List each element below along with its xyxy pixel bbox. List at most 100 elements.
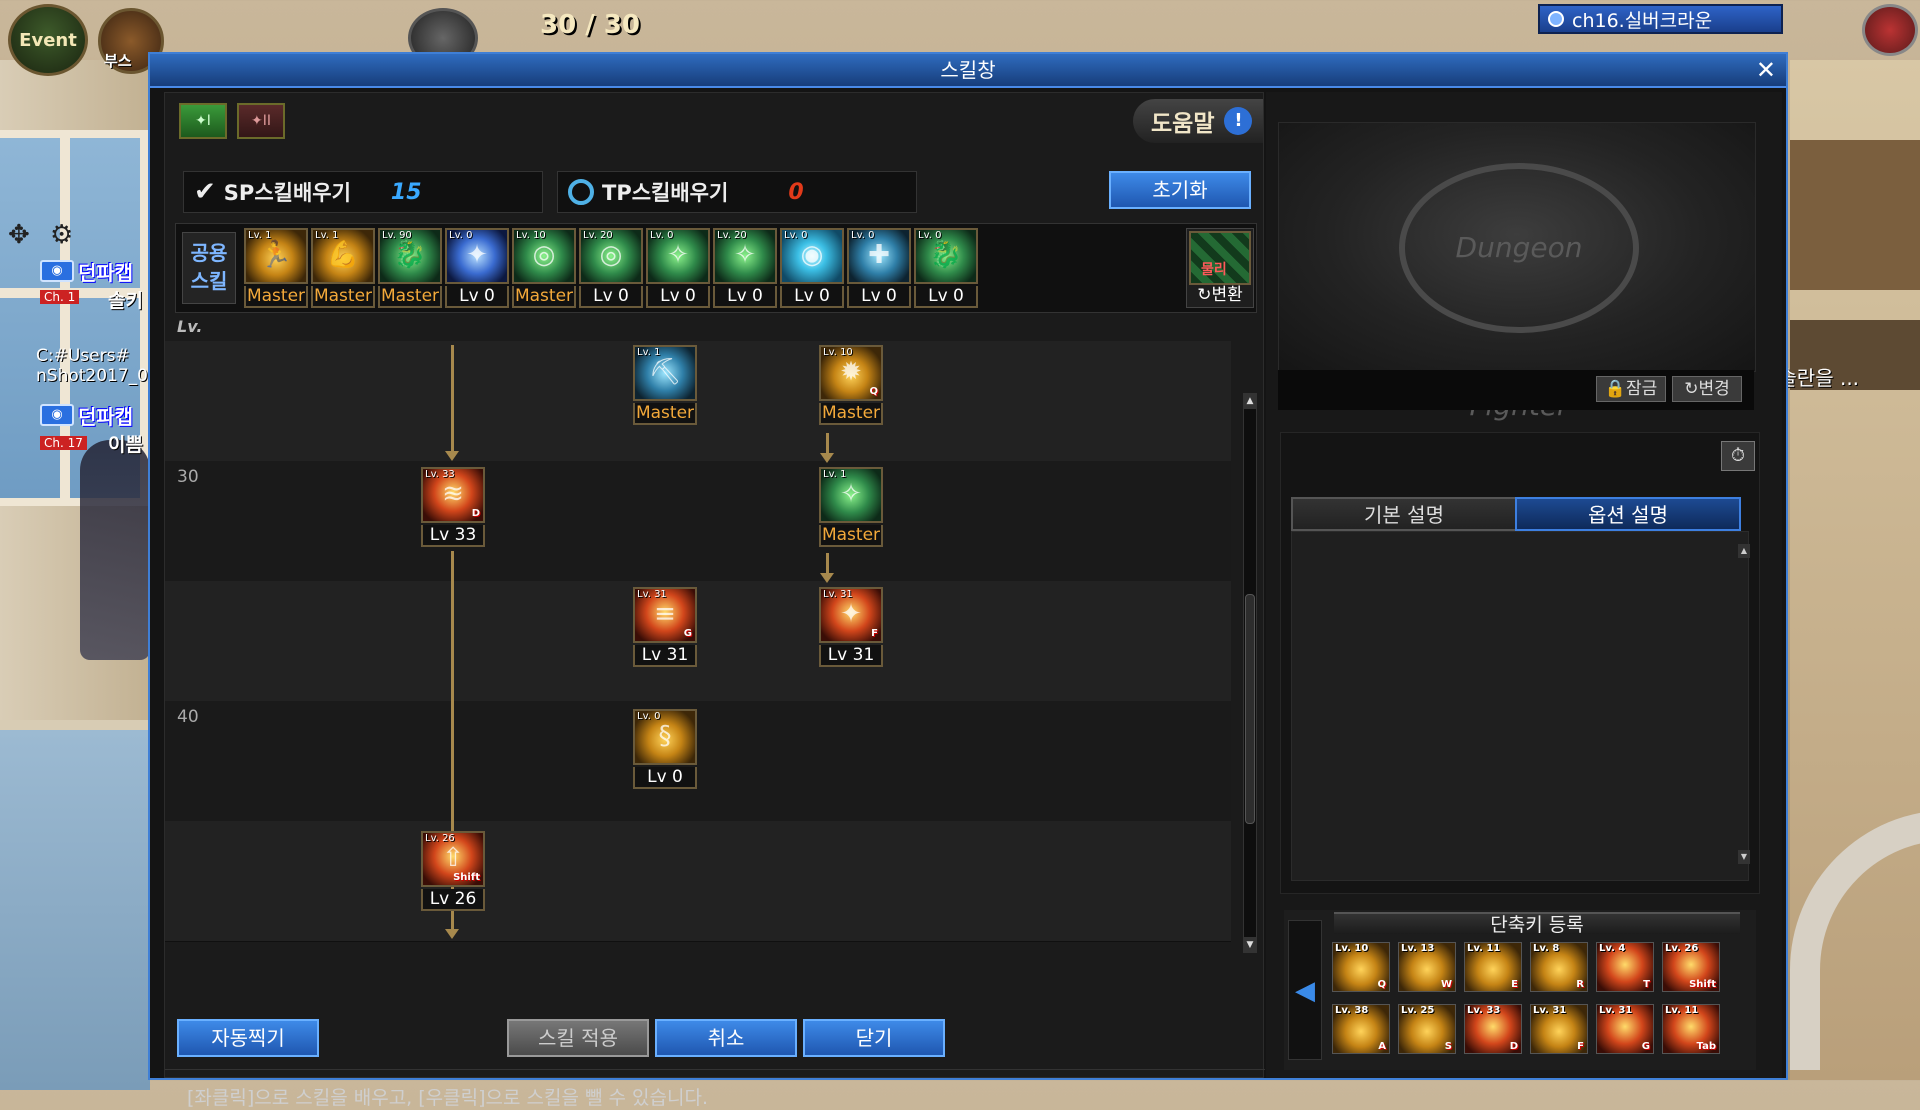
tree-tab-2[interactable]: ✦ II	[237, 103, 285, 139]
skill-preview: Dungeon Fighter	[1278, 122, 1756, 422]
skill-level-requirement: Lv. 0	[784, 230, 808, 241]
hotkey-slot[interactable]: Lv. 31 G	[1596, 1004, 1654, 1054]
skill-caption: Master	[819, 403, 883, 425]
tree-skill-icon[interactable]: ≋ Lv. 33 D Lv 33	[421, 467, 485, 547]
description-panel: ⏱ 기본 설명 옵션 설명 ▲ ▼	[1280, 432, 1760, 894]
skill-level-requirement: Lv. 20	[717, 230, 747, 241]
hotkey-key: Q	[1377, 979, 1386, 990]
scroll-down-icon[interactable]: ▼	[1243, 937, 1257, 953]
skill-caption: Master	[311, 286, 375, 308]
skill-caption: Lv 0	[445, 286, 509, 308]
party-member-name: 던파캡	[78, 404, 134, 429]
level-column-header: Lv.	[177, 317, 203, 336]
background-window	[0, 720, 150, 1090]
hotkey-slot[interactable]: Lv. 11 E	[1464, 942, 1522, 992]
skill-icon-image: ✦ Lv. 0	[445, 228, 509, 284]
system-menu-button[interactable]	[1862, 4, 1918, 56]
skill-level-requirement: Lv. 0	[449, 230, 473, 241]
swap-skill-button[interactable]: 물리 ↻변환	[1186, 228, 1254, 308]
tree-skill-icon[interactable]: ✹ Lv. 10 Q Master	[819, 345, 883, 425]
skill-caption: Lv 0	[579, 286, 643, 308]
common-skill-icon[interactable]: 🏃 Lv. 1 Master	[244, 228, 308, 308]
skill-caption: Lv 0	[633, 767, 697, 789]
hotkey-slot[interactable]: Lv. 33 D	[1464, 1004, 1522, 1054]
scroll-down-icon[interactable]: ▼	[1738, 850, 1750, 864]
hotkey-key: Tab	[1696, 1041, 1716, 1052]
window-title: 스킬창	[940, 58, 996, 82]
lock-label: 잠금	[1625, 379, 1658, 399]
common-skill-icon[interactable]: ✧ Lv. 0 Lv 0	[646, 228, 710, 308]
tree-skill-icon[interactable]: ≡ Lv. 31 G Lv 31	[633, 587, 697, 667]
hotkey-slot[interactable]: Lv. 4 T	[1596, 942, 1654, 992]
hotkey-slot[interactable]: Lv. 26 Shift	[1662, 942, 1720, 992]
description-scrollbar[interactable]: ▲ ▼	[1738, 544, 1750, 864]
scroll-up-icon[interactable]: ▲	[1738, 544, 1750, 558]
tree-tab-1[interactable]: ✦ I	[179, 103, 227, 139]
hotkey-key: R	[1576, 979, 1584, 990]
hotkey-level: Lv. 11	[1665, 1005, 1699, 1016]
tab-option-description[interactable]: 옵션 설명	[1515, 497, 1741, 531]
event-button[interactable]: Event	[8, 4, 88, 76]
scroll-up-icon[interactable]: ▲	[1243, 393, 1257, 409]
common-skill-icon[interactable]: ✚ Lv. 0 Lv 0	[847, 228, 911, 308]
hotkey-slot[interactable]: Lv. 10 Q	[1332, 942, 1390, 992]
hotkey-slot[interactable]: Lv. 31 F	[1530, 1004, 1588, 1054]
tree-scrollbar[interactable]: ▲ ▼	[1243, 393, 1257, 953]
skill-caption: Lv 31	[819, 645, 883, 667]
hotkey-slot[interactable]: Lv. 8 R	[1530, 942, 1588, 992]
player-character[interactable]	[80, 440, 150, 660]
skill-glyph: 🐉	[393, 240, 427, 270]
change-button[interactable]: ↻변경	[1672, 376, 1742, 402]
tree-skill-icon[interactable]: ⛏ Lv. 1 Master	[633, 345, 697, 425]
close-button[interactable]: 닫기	[803, 1019, 945, 1057]
common-skill-icon[interactable]: ◎ Lv. 10 Master	[512, 228, 576, 308]
tab-basic-description[interactable]: 기본 설명	[1291, 497, 1517, 531]
hotkey-slot[interactable]: Lv. 11 Tab	[1662, 1004, 1720, 1054]
move-icon[interactable]: ✥	[8, 220, 30, 250]
tree-skill-icon[interactable]: ✧ Lv. 1 Master	[819, 467, 883, 547]
common-skill-icon[interactable]: ◎ Lv. 20 Lv 0	[579, 228, 643, 308]
hotkey-slot[interactable]: Lv. 13 W	[1398, 942, 1456, 992]
tree-tab-label: I	[206, 113, 211, 129]
skill-icon-image: 🐉 Lv. 0	[914, 228, 978, 284]
channel-indicator[interactable]: ch16.실버크라운	[1538, 4, 1783, 34]
skill-glyph: ◎	[532, 240, 556, 270]
party-member[interactable]: ◉ 던파캡	[40, 402, 134, 429]
footer-divider	[165, 1069, 1265, 1070]
auto-allocate-button[interactable]: 자동찍기	[177, 1019, 319, 1057]
skill-icon-image: ✧ Lv. 1	[819, 467, 883, 523]
skill-icon-image: ◉ Lv. 0	[780, 228, 844, 284]
lock-button[interactable]: 🔒잠금	[1596, 376, 1666, 402]
common-skill-icon[interactable]: 🐉 Lv. 90 Master	[378, 228, 442, 308]
reset-button[interactable]: 초기화	[1109, 171, 1251, 209]
common-skill-icon[interactable]: ◉ Lv. 0 Lv 0	[780, 228, 844, 308]
tree-skill-icon[interactable]: § Lv. 0 Lv 0	[633, 709, 697, 789]
skill-caption: Lv 31	[633, 645, 697, 667]
chevron-left-icon[interactable]: ◀	[1288, 920, 1322, 1060]
skill-level-requirement: Lv. 31	[637, 589, 667, 600]
cancel-button[interactable]: 취소	[655, 1019, 797, 1057]
gear-icon[interactable]: ⚙	[50, 220, 73, 250]
skill-connector	[826, 553, 829, 575]
sp-toggle[interactable]: ✔ SP스킬배우기 15	[183, 171, 543, 213]
common-skill-icon[interactable]: 🐉 Lv. 0 Lv 0	[914, 228, 978, 308]
apply-skill-button[interactable]: 스킬 적용	[507, 1019, 649, 1057]
common-skill-icon[interactable]: ✦ Lv. 0 Lv 0	[445, 228, 509, 308]
hotkey-slot[interactable]: Lv. 38 A	[1332, 1004, 1390, 1054]
tree-skill-icon[interactable]: ✦ Lv. 31 F Lv 31	[819, 587, 883, 667]
skill-level-requirement: Lv. 20	[583, 230, 613, 241]
swap-caption-text: 변환	[1211, 285, 1243, 305]
tree-skill-icon[interactable]: ⇧ Lv. 26 Shift Lv 26	[421, 831, 485, 911]
window-titlebar[interactable]: 스킬창 ✕	[150, 54, 1786, 88]
common-skill-icon[interactable]: ✧ Lv. 20 Lv 0	[713, 228, 777, 308]
tp-toggle[interactable]: TP스킬배우기 0	[557, 171, 917, 213]
help-button[interactable]: 도움말 !	[1133, 99, 1263, 143]
swap-top-label: 물리	[1201, 262, 1227, 278]
skill-level-requirement: Lv. 10	[823, 347, 853, 358]
common-skill-icon[interactable]: 💪 Lv. 1 Master	[311, 228, 375, 308]
scroll-thumb[interactable]	[1245, 594, 1255, 824]
clock-icon[interactable]: ⏱	[1721, 441, 1755, 471]
party-member[interactable]: ◉ 던파캡	[40, 258, 133, 285]
hotkey-slot[interactable]: Lv. 25 S	[1398, 1004, 1456, 1054]
close-icon[interactable]: ✕	[1756, 54, 1776, 86]
